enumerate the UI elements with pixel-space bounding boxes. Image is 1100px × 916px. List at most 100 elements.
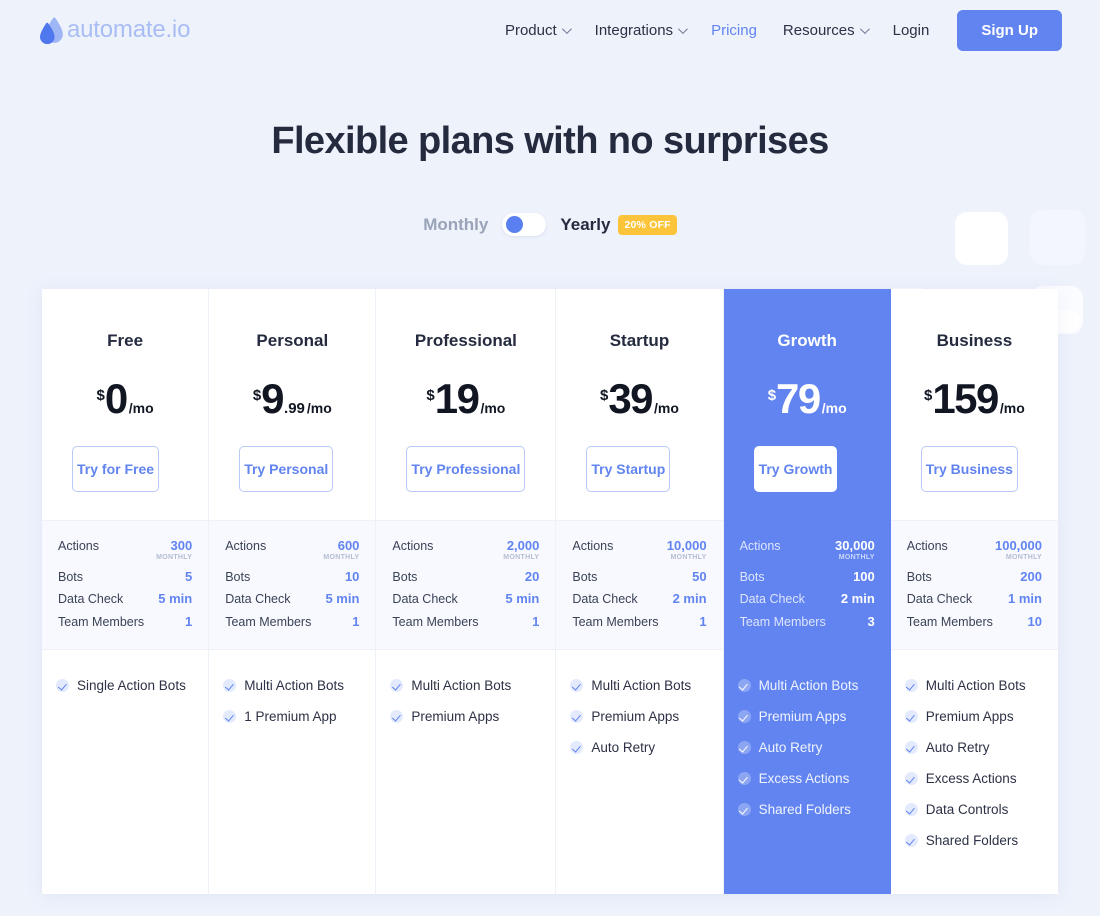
stat-value: 5 min bbox=[505, 592, 539, 606]
stat-label: Team Members bbox=[906, 614, 993, 629]
card-body: Actions 100,000 MONTHLY Bots 200 Data Ch… bbox=[890, 492, 1058, 880]
feature-item: Premium Apps bbox=[390, 701, 541, 732]
feature-label: Auto Retry bbox=[925, 739, 990, 755]
stat-number: 1 bbox=[532, 613, 540, 629]
logo[interactable]: automate.io bbox=[40, 16, 190, 44]
stat-label: Data Check bbox=[739, 592, 805, 607]
plan-stats: Actions 2,000 MONTHLY Bots 20 Data Check… bbox=[376, 520, 556, 650]
stat-value: 30,000 MONTHLY bbox=[835, 538, 875, 562]
nav-item-login[interactable]: Login bbox=[880, 14, 943, 47]
plan-name: Personal bbox=[256, 331, 329, 350]
plan-cta-button[interactable]: Try for Free bbox=[72, 446, 160, 492]
stat-sub-label: MONTHLY bbox=[503, 554, 540, 562]
stat-number: 300 bbox=[170, 538, 193, 553]
nav-item-pricing[interactable]: Pricing bbox=[698, 14, 770, 47]
stat-number: 100 bbox=[853, 568, 875, 584]
card-header: Business $ 159 /mo Try Business bbox=[891, 289, 1058, 492]
stat-row: Actions 10,000 MONTHLY bbox=[572, 535, 706, 566]
stat-number: 10 bbox=[1027, 613, 1042, 629]
nav-item-product[interactable]: Product bbox=[492, 14, 582, 47]
stat-number: 2 min bbox=[672, 591, 707, 607]
stat-value: 1 min bbox=[1008, 592, 1042, 606]
check-icon bbox=[904, 802, 918, 816]
stat-number: 30,000 bbox=[835, 538, 875, 553]
plan-cta-button[interactable]: Try Professional bbox=[406, 446, 526, 492]
discount-badge: 20% OFF bbox=[618, 214, 677, 235]
feature-item: Multi Action Bots bbox=[390, 670, 541, 701]
feature-label: 1 Premium App bbox=[244, 708, 337, 724]
stat-row: Actions 300 MONTHLY bbox=[58, 535, 192, 566]
pricing-card-startup: Startup $ 39 /mo Try Startup Actions 10,… bbox=[556, 289, 724, 894]
feature-item: Shared Folders bbox=[904, 825, 1044, 856]
feature-label: Multi Action Bots bbox=[758, 677, 859, 693]
check-icon bbox=[904, 771, 918, 785]
check-icon bbox=[737, 802, 751, 816]
stat-number: 1 bbox=[352, 613, 360, 629]
stat-row: Bots 10 bbox=[225, 566, 359, 588]
billing-switch[interactable] bbox=[502, 213, 547, 236]
nav-item-resources[interactable]: Resources bbox=[770, 14, 880, 47]
stat-label: Actions bbox=[392, 539, 434, 553]
plan-stats: Actions 300 MONTHLY Bots 5 Data Check 5 … bbox=[42, 520, 209, 650]
plan-cta-button[interactable]: Try Growth bbox=[753, 446, 838, 492]
nav-label: Login bbox=[892, 21, 930, 39]
stat-row: Bots 5 bbox=[58, 566, 192, 588]
signup-button[interactable]: Sign Up bbox=[957, 9, 1062, 51]
stat-label: Team Members bbox=[58, 614, 145, 629]
currency-symbol: $ bbox=[426, 387, 435, 404]
stat-number: 50 bbox=[692, 568, 707, 584]
stat-label: Actions bbox=[906, 539, 948, 553]
feature-item: Multi Action Bots bbox=[737, 670, 877, 701]
plan-stats: Actions 600 MONTHLY Bots 10 Data Check 5… bbox=[209, 520, 376, 650]
stat-label: Bots bbox=[739, 569, 765, 584]
nav-label: Integrations bbox=[594, 21, 674, 39]
stat-row: Team Members 3 bbox=[740, 611, 875, 633]
nav-item-integrations[interactable]: Integrations bbox=[582, 14, 698, 47]
feature-label: Data Controls bbox=[925, 801, 1009, 817]
stat-label: Bots bbox=[572, 569, 598, 584]
plan-features: Multi Action Bots Premium Apps Auto Retr… bbox=[891, 650, 1058, 866]
stat-label: Bots bbox=[58, 569, 84, 584]
billing-monthly-label[interactable]: Monthly bbox=[423, 215, 488, 235]
stat-label: Data Check bbox=[572, 592, 638, 607]
stat-value: 20 bbox=[525, 569, 539, 584]
feature-label: Multi Action Bots bbox=[925, 677, 1026, 693]
stat-value: 10 bbox=[1027, 613, 1042, 629]
currency-symbol: $ bbox=[252, 387, 262, 404]
nav-label: Resources bbox=[782, 21, 855, 39]
plan-name: Startup bbox=[609, 331, 670, 350]
chevron-down-icon bbox=[859, 23, 870, 34]
check-icon bbox=[570, 709, 584, 723]
check-icon bbox=[223, 678, 237, 692]
stat-number: 10 bbox=[344, 568, 360, 584]
price-period: /mo bbox=[999, 400, 1025, 416]
chevron-down-icon bbox=[678, 23, 688, 34]
billing-yearly-label[interactable]: Yearly bbox=[560, 215, 610, 235]
card-header: Personal $ 9 .99 /mo Try Personal bbox=[209, 289, 375, 492]
stat-value: 200 bbox=[1020, 569, 1042, 584]
nav-label: Pricing bbox=[711, 21, 757, 39]
plan-cta-button[interactable]: Try Personal bbox=[239, 446, 334, 492]
feature-label: Multi Action Bots bbox=[244, 677, 344, 693]
check-icon bbox=[223, 709, 237, 723]
price-cents: .99 bbox=[284, 400, 305, 417]
price-amount: 39 bbox=[608, 375, 653, 422]
plan-cta-button[interactable]: Try Startup bbox=[586, 446, 671, 492]
stat-label: Bots bbox=[392, 569, 418, 584]
stat-value: 3 bbox=[868, 614, 875, 629]
stat-sub-label: MONTHLY bbox=[838, 554, 875, 562]
stat-sub-label: MONTHLY bbox=[670, 554, 707, 562]
currency-symbol: $ bbox=[96, 387, 105, 404]
feature-item: Single Action Bots bbox=[56, 670, 194, 701]
card-header: Professional $ 19 /mo Try Professional bbox=[376, 289, 555, 492]
feature-item: Excess Actions bbox=[904, 763, 1044, 794]
stat-number: 5 min bbox=[505, 591, 540, 607]
feature-item: Multi Action Bots bbox=[904, 670, 1044, 701]
switch-knob bbox=[506, 216, 524, 233]
stat-value: 1 bbox=[532, 613, 540, 629]
feature-label: Multi Action Bots bbox=[411, 677, 512, 693]
plan-cta-button[interactable]: Try Business bbox=[920, 446, 1018, 492]
currency-symbol: $ bbox=[599, 387, 609, 404]
plan-price: $ 159 /mo bbox=[905, 378, 1044, 420]
stat-label: Actions bbox=[739, 539, 781, 553]
